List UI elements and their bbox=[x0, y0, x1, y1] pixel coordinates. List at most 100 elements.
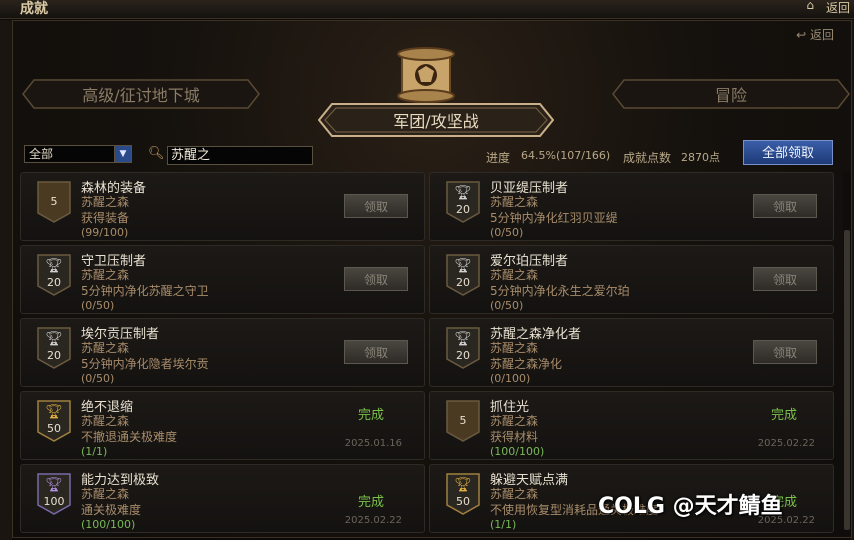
tab-advanced-dungeon[interactable]: 高级/征讨地下城 bbox=[22, 79, 260, 109]
achievement-card: 🏆︎ 20 埃尔贡压制者 苏醒之森 5分钟内净化隐者埃尔贡 (0/50) 领取 bbox=[20, 318, 425, 387]
complete-date: 2025.01.16 bbox=[344, 438, 402, 449]
tab-legion-raid[interactable]: 军团/攻坚战 bbox=[318, 103, 554, 137]
achievement-desc: 通关极难度 bbox=[81, 503, 142, 517]
points-badge: 5 bbox=[50, 195, 58, 208]
gold-trophy-icon: 🏆︎ 50 bbox=[446, 473, 480, 515]
claim-button[interactable]: 领取 bbox=[344, 340, 408, 364]
left-frame bbox=[0, 20, 12, 540]
list-scrollbar[interactable] bbox=[843, 172, 851, 536]
achievement-desc: 不撤退通关极难度 bbox=[81, 430, 178, 444]
back-button[interactable]: 返回 bbox=[826, 0, 850, 16]
tab-adventure-label: 冒险 bbox=[714, 86, 747, 105]
achievement-location: 苏醒之森 bbox=[81, 487, 130, 501]
achievement-progress: (1/1) bbox=[81, 445, 108, 458]
achievement-list: 5 森林的装备 苏醒之森 获得装备 (99/100) 领取 🏆︎ 20 贝亚缇压制者 苏醒之森 5分… bbox=[20, 172, 840, 536]
points-badge: 5 bbox=[459, 414, 467, 427]
points-badge: 20 bbox=[456, 349, 470, 362]
plain-badge-icon: 5 bbox=[446, 400, 480, 442]
claim-button[interactable]: 领取 bbox=[344, 267, 408, 291]
complete-status: 完成 bbox=[357, 495, 384, 510]
plain-badge-icon: 5 bbox=[37, 181, 71, 223]
tab-adventure[interactable]: 冒险 bbox=[612, 79, 850, 109]
home-icon[interactable]: ⌂ bbox=[806, 0, 814, 12]
silver-trophy-icon: 🏆︎ 20 bbox=[446, 181, 480, 223]
silver-trophy-icon: 🏆︎ 20 bbox=[37, 327, 71, 369]
achievement-card: 5 抓住光 苏醒之森 获得材料 (100/100) 完成 2025.02.22 bbox=[429, 391, 834, 460]
achievement-desc: 5分钟内净化隐者埃尔贡 bbox=[81, 357, 209, 371]
trophy-icon: 🏆︎ bbox=[454, 185, 472, 201]
trophy-icon: 🏆︎ bbox=[454, 477, 472, 493]
scroll-emblem-icon bbox=[388, 44, 464, 104]
silver-trophy-icon: 🏆︎ 20 bbox=[446, 254, 480, 296]
achievement-desc: 苏醒之森净化 bbox=[490, 357, 563, 371]
complete-date: 2025.02.22 bbox=[344, 515, 402, 526]
achievement-desc: 5分钟内净化永生之爱尔珀 bbox=[490, 284, 630, 298]
achievement-location: 苏醒之森 bbox=[490, 195, 539, 209]
points-value: 2870点 bbox=[681, 151, 720, 164]
return-link-label: 返回 bbox=[809, 28, 834, 42]
chevron-down-icon[interactable]: ▼ bbox=[114, 146, 131, 162]
window-title: 成就 bbox=[20, 1, 48, 17]
purple-trophy-icon: 🏆︎ 100 bbox=[37, 473, 71, 515]
achievement-progress: (0/50) bbox=[490, 226, 524, 239]
achievement-location: 苏醒之森 bbox=[490, 414, 539, 428]
achievement-location: 苏醒之森 bbox=[81, 414, 130, 428]
claim-button[interactable]: 领取 bbox=[753, 267, 817, 291]
trophy-icon: 🏆︎ bbox=[454, 331, 472, 347]
claim-button[interactable]: 领取 bbox=[753, 194, 817, 218]
achievement-location: 苏醒之森 bbox=[81, 195, 130, 209]
tab-legion-raid-label: 军团/攻坚战 bbox=[393, 112, 479, 131]
achievement-progress: (99/100) bbox=[81, 226, 129, 239]
scrollbar-thumb[interactable] bbox=[844, 230, 850, 530]
return-link[interactable]: ↩ 返回 bbox=[796, 26, 834, 43]
points-badge: 50 bbox=[47, 422, 61, 435]
trophy-icon: 🏆︎ bbox=[454, 258, 472, 274]
achievement-card: 🏆︎ 20 守卫压制者 苏醒之森 5分钟内净化苏醒之守卫 (0/50) 领取 bbox=[20, 245, 425, 314]
complete-date: 2025.02.22 bbox=[757, 438, 815, 449]
progress-label: 进度 bbox=[486, 151, 511, 165]
silver-trophy-icon: 🏆︎ 20 bbox=[37, 254, 71, 296]
achievement-progress: (1/1) bbox=[490, 518, 517, 531]
trophy-icon: 🏆︎ bbox=[45, 477, 63, 493]
points-label: 成就点数 bbox=[623, 151, 672, 165]
achievement-progress: (0/50) bbox=[81, 299, 115, 312]
silver-trophy-icon: 🏆︎ 20 bbox=[446, 327, 480, 369]
achievement-card: 5 森林的装备 苏醒之森 获得装备 (99/100) 领取 bbox=[20, 172, 425, 241]
claim-button[interactable]: 领取 bbox=[753, 340, 817, 364]
achievement-progress: (0/100) bbox=[490, 372, 531, 385]
points-badge: 20 bbox=[47, 276, 61, 289]
trophy-icon: 🏆︎ bbox=[45, 258, 63, 274]
watermark: COLG @天才鲭鱼 bbox=[598, 494, 783, 519]
progress-value: 64.5%(107/166) bbox=[521, 149, 611, 162]
search-input[interactable]: 苏醒之 bbox=[167, 146, 313, 165]
achievement-card: 🏆︎ 100 能力达到极致 苏醒之森 通关极难度 (100/100) 完成 2025.02.2… bbox=[20, 464, 425, 533]
points-badge: 20 bbox=[456, 203, 470, 216]
achievement-location: 苏醒之森 bbox=[81, 341, 130, 355]
trophy-icon: 🏆︎ bbox=[45, 331, 63, 347]
achievement-desc: 获得装备 bbox=[81, 211, 130, 225]
gold-trophy-icon: 🏆︎ 50 bbox=[37, 400, 71, 442]
search-icon: 🔍︎ bbox=[148, 146, 165, 161]
achievement-progress: (100/100) bbox=[81, 518, 136, 531]
claim-button[interactable]: 领取 bbox=[344, 194, 408, 218]
window-titlebar: 成就 ⌂ 返回 bbox=[0, 0, 854, 19]
achievement-card: 🏆︎ 50 绝不退缩 苏醒之森 不撤退通关极难度 (1/1) 完成 2025.01.16 bbox=[20, 391, 425, 460]
complete-status: 完成 bbox=[770, 408, 797, 423]
points-badge: 20 bbox=[47, 349, 61, 362]
achievement-card: 🏆︎ 20 苏醒之森净化者 苏醒之森 苏醒之森净化 (0/100) 领取 bbox=[429, 318, 834, 387]
category-select[interactable]: 全部 ▼ bbox=[24, 145, 132, 163]
achievement-progress: (100/100) bbox=[490, 445, 545, 458]
achievement-location: 苏醒之森 bbox=[81, 268, 130, 282]
achievement-card: 🏆︎ 20 爱尔珀压制者 苏醒之森 5分钟内净化永生之爱尔珀 (0/50) 领取 bbox=[429, 245, 834, 314]
points-badge: 100 bbox=[43, 495, 65, 508]
points-badge: 50 bbox=[456, 495, 470, 508]
achievement-location: 苏醒之森 bbox=[490, 341, 539, 355]
achievement-progress: (0/50) bbox=[490, 299, 524, 312]
complete-status: 完成 bbox=[357, 408, 384, 423]
claim-all-button[interactable]: 全部领取 bbox=[743, 140, 833, 165]
achievement-card: 🏆︎ 20 贝亚缇压制者 苏醒之森 5分钟内净化红羽贝亚缇 (0/50) 领取 bbox=[429, 172, 834, 241]
trophy-icon: 🏆︎ bbox=[45, 404, 63, 420]
achievement-location: 苏醒之森 bbox=[490, 487, 539, 501]
achievement-desc: 5分钟内净化苏醒之守卫 bbox=[81, 284, 209, 298]
achievement-location: 苏醒之森 bbox=[490, 268, 539, 282]
